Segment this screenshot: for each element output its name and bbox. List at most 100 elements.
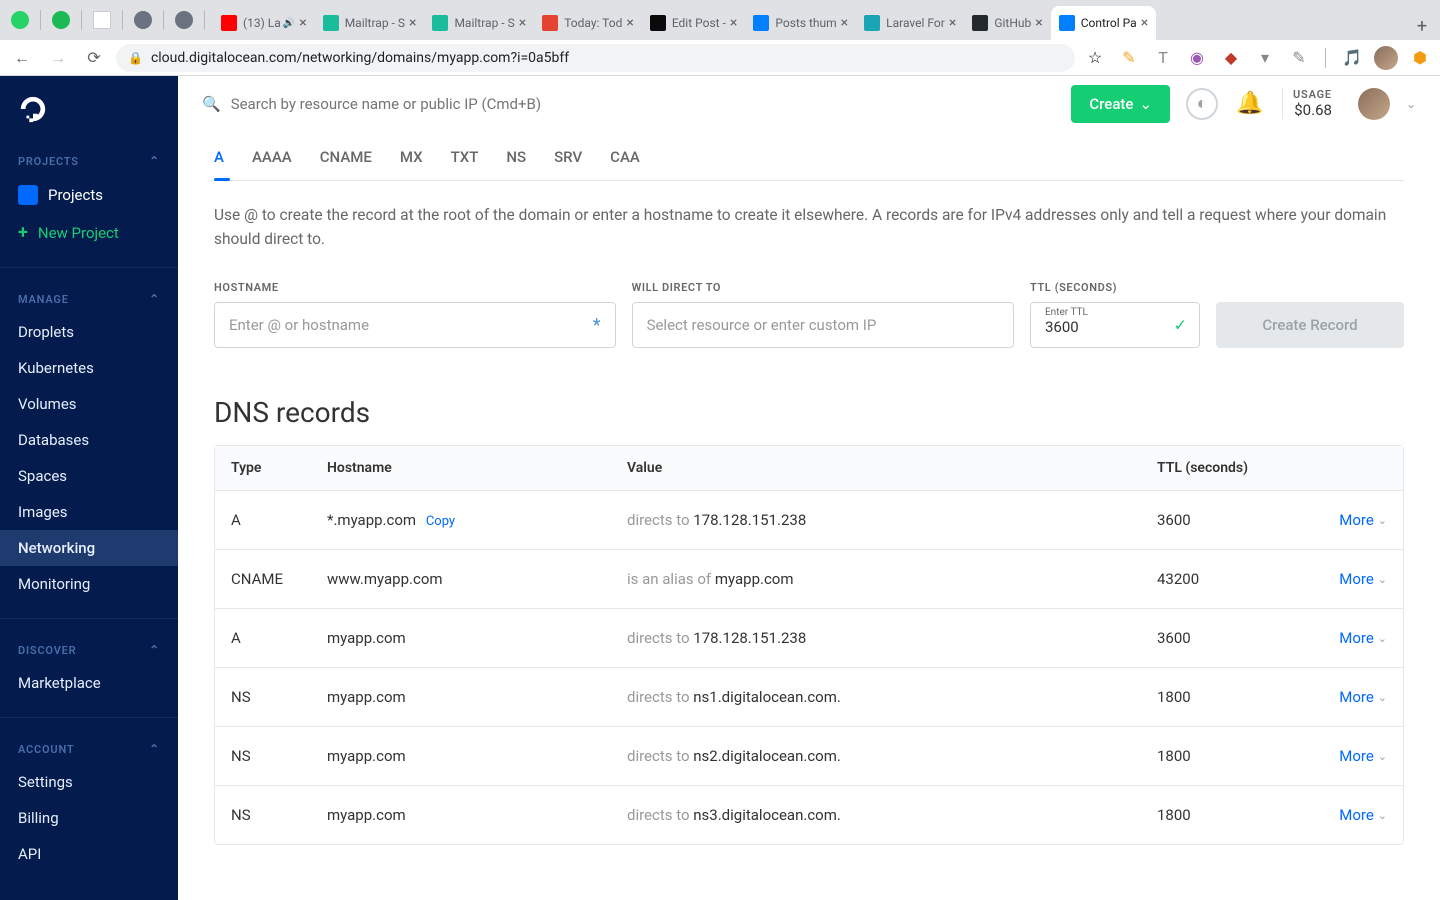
- close-icon[interactable]: ×: [299, 15, 306, 31]
- more-button[interactable]: More ⌄: [1339, 570, 1387, 588]
- sidebar-item-settings[interactable]: Settings: [0, 764, 178, 800]
- direct-input[interactable]: [647, 316, 999, 334]
- new-tab-button[interactable]: +: [1408, 12, 1436, 40]
- pinned-tab[interactable]: [90, 8, 114, 32]
- manage-header[interactable]: MANAGE⌃: [0, 284, 178, 314]
- hostname-input[interactable]: [229, 316, 593, 334]
- sidebar-item-images[interactable]: Images: [0, 494, 178, 530]
- record-tab-aaaa[interactable]: AAAA: [252, 136, 292, 180]
- forward-button[interactable]: →: [44, 44, 72, 72]
- cell-ttl: 3600: [1157, 511, 1307, 529]
- profile-avatar[interactable]: [1374, 46, 1398, 70]
- more-button[interactable]: More ⌄: [1339, 688, 1387, 706]
- chevron-up-icon: ⌃: [149, 742, 160, 756]
- star-icon[interactable]: ☆: [1083, 46, 1107, 70]
- close-icon[interactable]: ×: [841, 15, 848, 31]
- sidebar-item-marketplace[interactable]: Marketplace: [0, 665, 178, 701]
- ext-icon-2[interactable]: T: [1151, 46, 1175, 70]
- record-tab-cname[interactable]: CNAME: [320, 136, 372, 180]
- ext-icon-6[interactable]: ✎: [1287, 46, 1311, 70]
- record-tab-caa[interactable]: CAA: [610, 136, 640, 180]
- sidebar-item-api[interactable]: API: [0, 836, 178, 872]
- create-button[interactable]: Create⌄: [1071, 85, 1170, 123]
- browser-tab[interactable]: Control Pa×: [1051, 6, 1156, 40]
- record-tab-txt[interactable]: TXT: [451, 136, 479, 180]
- account-header[interactable]: ACCOUNT⌃: [0, 734, 178, 764]
- more-button[interactable]: More ⌄: [1339, 629, 1387, 647]
- address-bar: ← → ⟳ 🔒 cloud.digitalocean.com/networkin…: [0, 40, 1440, 76]
- ttl-input[interactable]: Enter TTL 3600 ✓: [1030, 302, 1200, 348]
- url-text: cloud.digitalocean.com/networking/domain…: [151, 50, 569, 66]
- more-button[interactable]: More ⌄: [1339, 747, 1387, 765]
- ext-icon-4[interactable]: ◆: [1219, 46, 1243, 70]
- topbar: 🔍 Create⌄ ◐ 🔔 USAGE $0.68 ⌄: [178, 76, 1440, 132]
- tab-strip: (13) La🔊×Mailtrap - S×Mailtrap - S×Today…: [0, 0, 1440, 40]
- close-icon[interactable]: ×: [519, 15, 526, 31]
- back-button[interactable]: ←: [8, 44, 36, 72]
- cell-value: directs to ns3.digitalocean.com.: [627, 806, 1157, 824]
- ext-icon-3[interactable]: ◉: [1185, 46, 1209, 70]
- discover-header[interactable]: DISCOVER⌃: [0, 635, 178, 665]
- sidebar-item-projects[interactable]: Projects: [0, 176, 178, 214]
- search-icon: 🔍: [202, 95, 221, 113]
- cell-type: NS: [231, 806, 327, 824]
- sidebar-item-droplets[interactable]: Droplets: [0, 314, 178, 350]
- ext-icon-1[interactable]: ✎: [1117, 46, 1141, 70]
- pinned-tab[interactable]: [8, 8, 32, 32]
- browser-tab[interactable]: Laravel For×: [856, 6, 964, 40]
- browser-tab[interactable]: Mailtrap - S×: [424, 6, 534, 40]
- reload-button[interactable]: ⟳: [80, 44, 108, 72]
- browser-tab[interactable]: Posts thum×: [745, 6, 856, 40]
- browser-tab[interactable]: Edit Post -×: [642, 6, 746, 40]
- pinned-tab[interactable]: [131, 8, 155, 32]
- sidebar-item-billing[interactable]: Billing: [0, 800, 178, 836]
- cell-value: directs to ns1.digitalocean.com.: [627, 688, 1157, 706]
- user-avatar[interactable]: [1358, 88, 1390, 120]
- record-tab-srv[interactable]: SRV: [554, 136, 582, 180]
- sidebar-item-networking[interactable]: Networking: [0, 530, 178, 566]
- copy-link[interactable]: Copy: [426, 514, 455, 529]
- url-field[interactable]: 🔒 cloud.digitalocean.com/networking/doma…: [116, 44, 1075, 72]
- chevron-down-icon[interactable]: ⌄: [1406, 97, 1416, 111]
- sidebar-item-volumes[interactable]: Volumes: [0, 386, 178, 422]
- close-icon[interactable]: ×: [1035, 15, 1042, 31]
- sidebar-item-databases[interactable]: Databases: [0, 422, 178, 458]
- ext-icon-5[interactable]: ▾: [1253, 46, 1277, 70]
- close-icon[interactable]: ×: [626, 15, 633, 31]
- asterisk-icon: *: [593, 315, 601, 336]
- record-tab-ns[interactable]: NS: [506, 136, 526, 180]
- chevron-down-icon: ⌄: [1378, 573, 1387, 586]
- browser-tab[interactable]: (13) La🔊×: [213, 6, 315, 40]
- ext-icon-7[interactable]: ⬢: [1408, 46, 1432, 70]
- help-icon[interactable]: ◐: [1186, 88, 1218, 120]
- sidebar-item-kubernetes[interactable]: Kubernetes: [0, 350, 178, 386]
- sidebar-item-monitoring[interactable]: Monitoring: [0, 566, 178, 602]
- close-icon[interactable]: ×: [1141, 15, 1148, 31]
- media-icon[interactable]: 🎵: [1340, 46, 1364, 70]
- more-button[interactable]: More ⌄: [1339, 806, 1387, 824]
- table-row: Amyapp.comdirects to 178.128.151.2383600…: [215, 609, 1403, 668]
- record-tab-mx[interactable]: MX: [400, 136, 423, 180]
- browser-tab[interactable]: Mailtrap - S×: [315, 6, 425, 40]
- record-tab-a[interactable]: A: [214, 136, 224, 180]
- cell-hostname: myapp.com: [327, 806, 627, 824]
- close-icon[interactable]: ×: [949, 15, 956, 31]
- sidebar-item-spaces[interactable]: Spaces: [0, 458, 178, 494]
- create-record-button[interactable]: Create Record: [1216, 302, 1404, 348]
- projects-header[interactable]: PROJECTS⌃: [0, 146, 178, 176]
- close-icon[interactable]: ×: [730, 15, 737, 31]
- pinned-tab[interactable]: [172, 8, 196, 32]
- cell-hostname: myapp.com: [327, 629, 627, 647]
- more-button[interactable]: More ⌄: [1339, 511, 1387, 529]
- cell-ttl: 1800: [1157, 747, 1307, 765]
- digitalocean-logo: [18, 94, 48, 124]
- chevron-up-icon: ⌃: [149, 643, 160, 657]
- pinned-tab[interactable]: [49, 8, 73, 32]
- close-icon[interactable]: ×: [409, 15, 416, 31]
- new-project-button[interactable]: +New Project: [0, 214, 178, 251]
- search-input[interactable]: [231, 95, 1056, 113]
- notifications-icon[interactable]: 🔔: [1234, 88, 1266, 120]
- browser-tab[interactable]: GitHub×: [964, 6, 1050, 40]
- browser-tab[interactable]: Today: Tod×: [534, 6, 642, 40]
- cell-value: directs to ns2.digitalocean.com.: [627, 747, 1157, 765]
